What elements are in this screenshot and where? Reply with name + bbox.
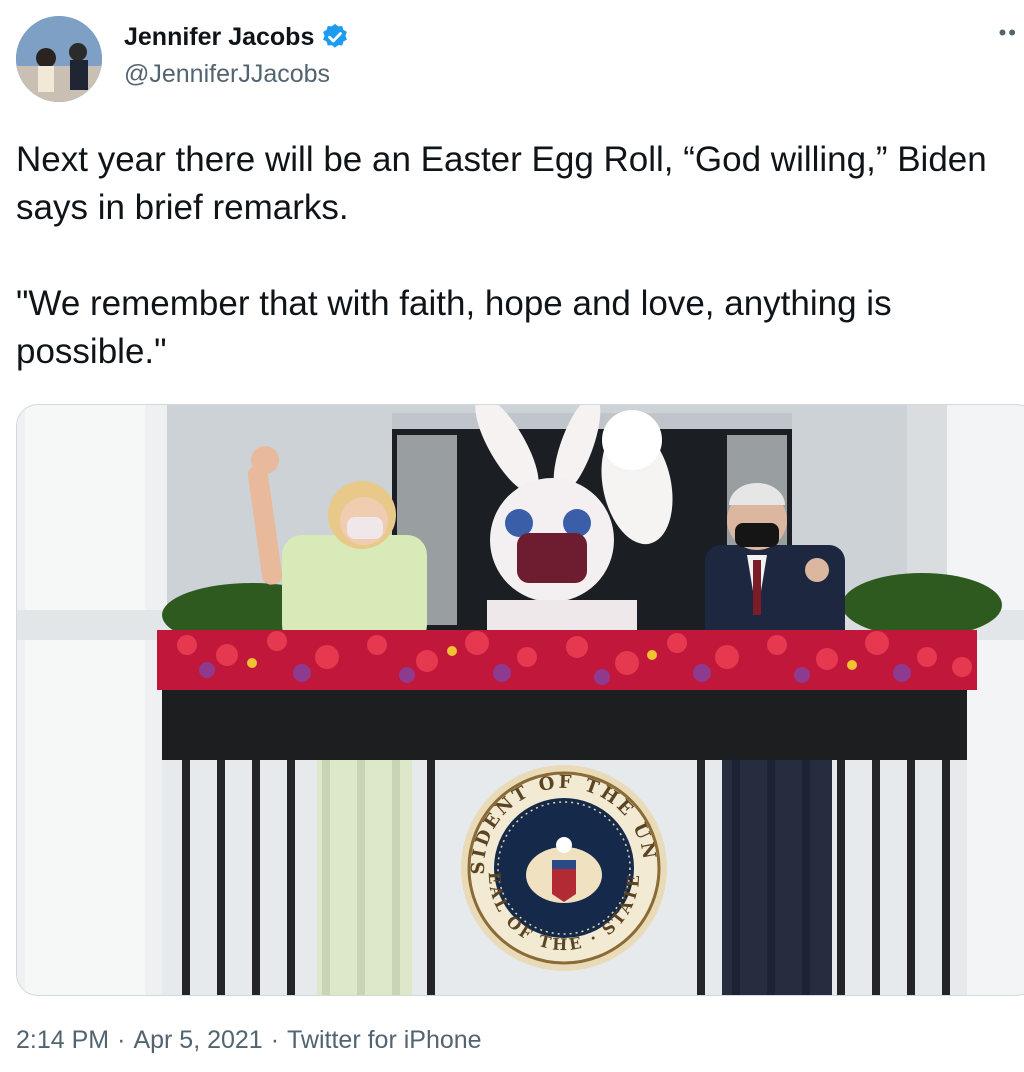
author-name[interactable]: Jennifer Jacobs (124, 23, 314, 52)
separator-dot: · (270, 1026, 280, 1054)
author-handle[interactable]: @JenniferJJacobs (124, 60, 330, 89)
author-avatar[interactable] (16, 16, 102, 102)
separator-dot: · (117, 1026, 126, 1054)
tweet-date[interactable]: Apr 5, 2021 (133, 1026, 262, 1055)
tweet-metadata: 2:14 PM · Apr 5, 2021 · Twitter for iPhone (16, 1026, 482, 1055)
more-options-icon[interactable]: •• (999, 20, 1018, 46)
tweet-text: Next year there will be an Easter Egg Ro… (16, 140, 987, 371)
tweet-time[interactable]: 2:14 PM (16, 1026, 109, 1055)
tweet-photo[interactable]: PRESIDENT OF THE UNITED SEAL OF THE · ST… (16, 404, 1024, 996)
tweet-source[interactable]: Twitter for iPhone (287, 1026, 482, 1055)
verified-badge-icon (320, 22, 350, 52)
